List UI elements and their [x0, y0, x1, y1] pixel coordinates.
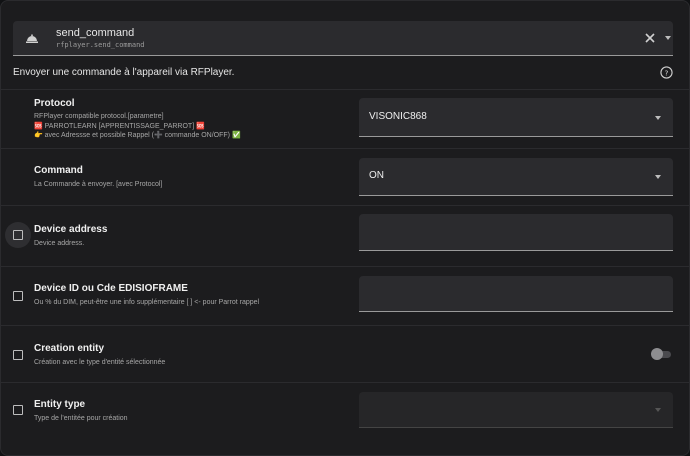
field-value: VISONIC868 — [369, 111, 427, 122]
field-value: ON — [369, 170, 384, 181]
service-id: rfplayer.send_command — [56, 41, 145, 49]
creation-entity-toggle[interactable] — [651, 347, 671, 361]
field-label: Device ID ou Cde EDISIOFRAME — [34, 283, 188, 294]
field-label: Protocol — [34, 98, 75, 109]
enable-checkbox[interactable] — [13, 405, 23, 415]
field-help: La Commande à envoyer. [avec Protocol] — [34, 181, 163, 188]
field-label: Device address — [34, 224, 108, 235]
field-help: Création avec le type d'entité sélection… — [34, 359, 166, 366]
field-label: Command — [34, 165, 83, 176]
field-row-entity-type: Entity type Type de l'entitée pour créat… — [1, 382, 689, 443]
field-row-device-address: Device address Device address. — [1, 205, 689, 266]
enable-checkbox[interactable] — [13, 291, 23, 301]
entity-type-select[interactable] — [359, 392, 673, 428]
service-card: send_command rfplayer.send_command Envoy… — [0, 0, 690, 456]
field-row-command: Command La Commande à envoyer. [avec Pro… — [1, 148, 689, 205]
bell-concierge-icon — [26, 34, 38, 43]
field-row-device-id: Device ID ou Cde EDISIOFRAME Ou % du DIM… — [1, 266, 689, 325]
device-id-input[interactable] — [359, 276, 673, 312]
help-circle-icon[interactable]: ? — [660, 66, 673, 79]
chevron-down-icon — [655, 408, 661, 412]
field-row-protocol: Protocol RFPlayer compatible protocol.[p… — [1, 89, 689, 148]
field-label: Creation entity — [34, 343, 105, 354]
enable-checkbox[interactable] — [13, 230, 23, 240]
chevron-down-icon[interactable] — [665, 36, 671, 40]
field-label: Entity type — [34, 399, 86, 410]
enable-checkbox[interactable] — [13, 350, 23, 360]
service-title: send_command — [56, 27, 135, 39]
field-help: RFPlayer compatible protocol.[parametre]… — [34, 113, 241, 139]
service-selector[interactable]: send_command rfplayer.send_command — [13, 21, 673, 56]
field-help: Type de l'entitée pour création — [34, 415, 128, 422]
command-select[interactable]: ON — [359, 158, 673, 196]
field-help: Ou % du DIM, peut-être une info suppléme… — [34, 299, 260, 306]
chevron-down-icon — [655, 175, 661, 179]
device-address-input[interactable] — [359, 214, 673, 251]
toggle-knob — [651, 348, 663, 360]
service-description: Envoyer une commande à l'appareil via RF… — [13, 67, 235, 78]
field-help: Device address. — [34, 240, 85, 247]
svg-text:?: ? — [665, 68, 669, 77]
close-icon[interactable] — [643, 31, 657, 45]
protocol-select[interactable]: VISONIC868 — [359, 98, 673, 137]
chevron-down-icon — [655, 116, 661, 120]
field-row-creation-entity: Creation entity Création avec le type d'… — [1, 325, 689, 382]
